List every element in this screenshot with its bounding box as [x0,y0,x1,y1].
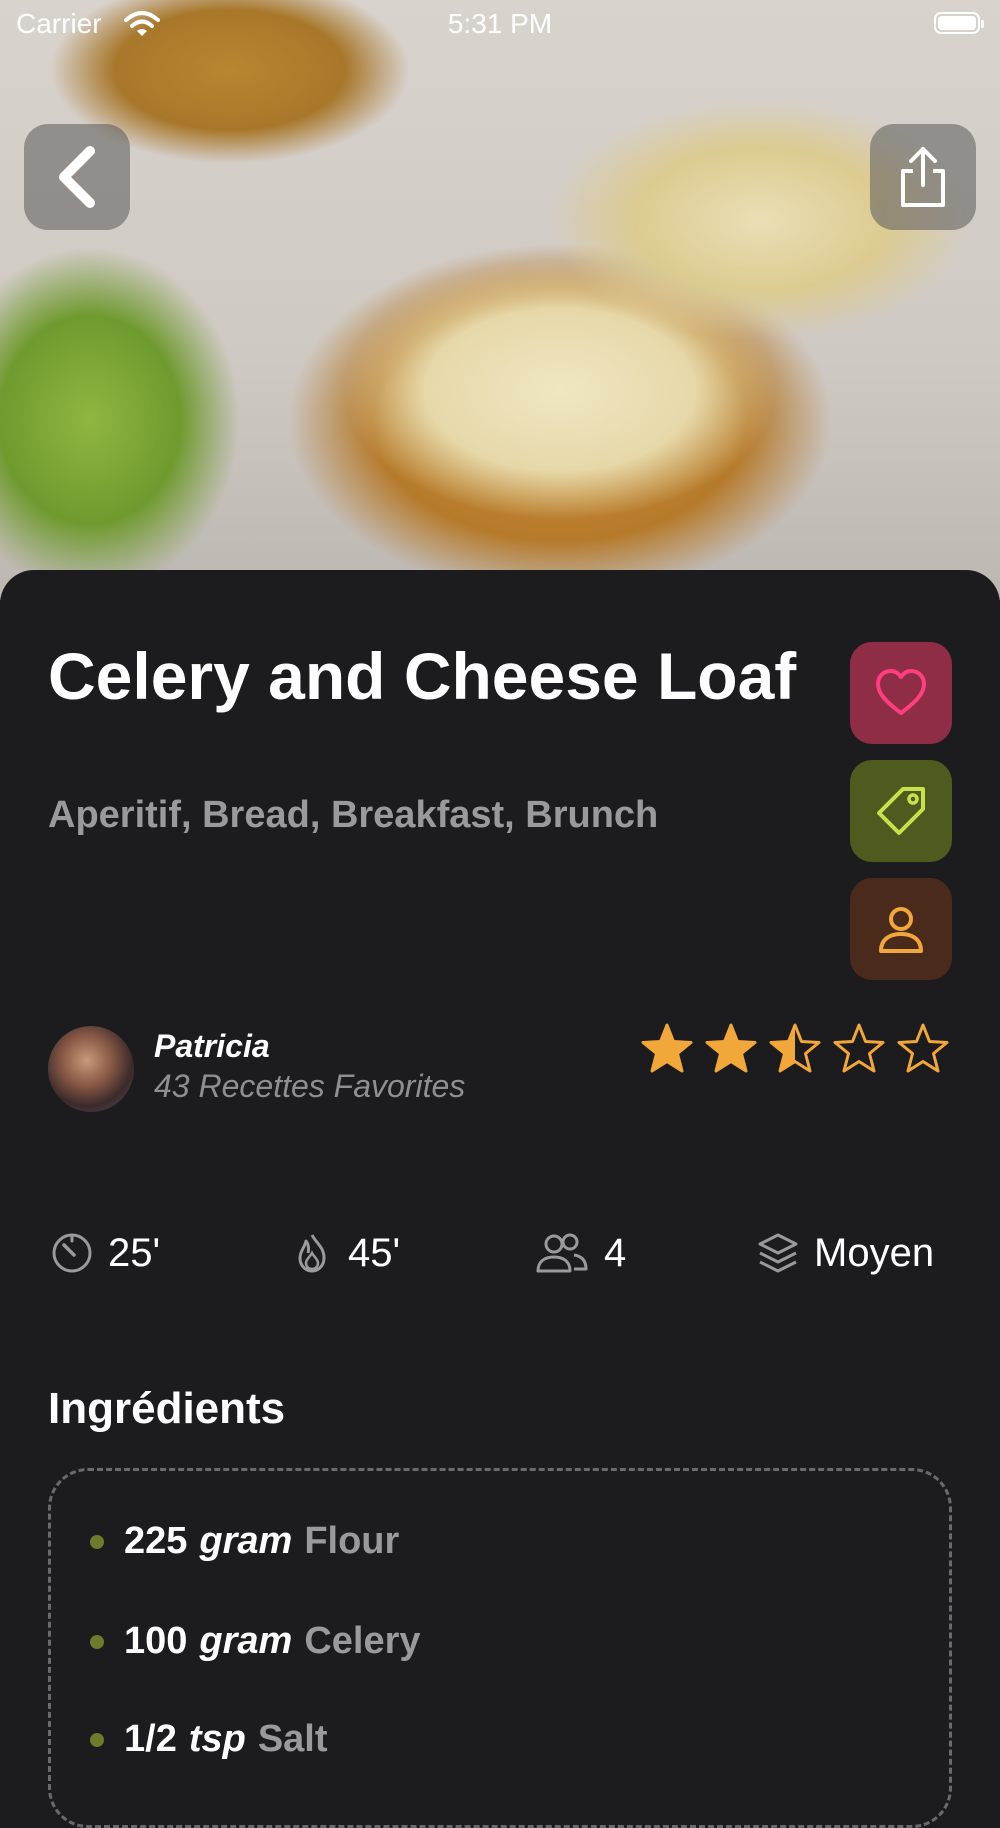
cook-time: 45' [290,1228,400,1278]
servings-value: 4 [604,1230,627,1275]
author-profile-button[interactable] [850,878,952,980]
status-bar: Carrier 5:31 PM [0,0,1000,50]
timer-icon [52,1233,92,1273]
servings: 4 [534,1228,626,1278]
ingredient-quantity: 100 [124,1620,188,1662]
ingredient-unit: gram [199,1520,293,1562]
ingredient-quantity: 1/2 [124,1718,177,1760]
difficulty: Moyen [756,1228,934,1278]
bullet-icon [90,1634,104,1649]
people-icon [536,1233,588,1273]
battery-icon [934,12,984,34]
clock: 5:31 PM [447,8,553,39]
share-button[interactable] [870,124,976,230]
author-favorites-count: 43 Recettes Favorites [154,1068,466,1104]
ingredient-name: Celery [304,1620,421,1662]
layers-icon [758,1233,798,1273]
star-empty-icon[interactable] [896,1022,950,1076]
ingredient-quantity: 225 [124,1520,188,1562]
author-avatar[interactable] [48,1026,134,1112]
ingredient-item: 1/2 tsp Salt [90,1718,328,1761]
ingredient-unit: gram [199,1620,293,1662]
chevron-left-icon [59,146,95,208]
cook-time-value: 45' [348,1230,401,1275]
ingredient-unit: tsp [188,1718,246,1760]
tag-icon [877,787,925,835]
favorite-button[interactable] [850,642,952,744]
ingredient-item: 225 gram Flour [90,1520,399,1563]
share-icon [901,147,945,207]
heart-icon [876,669,926,715]
back-button[interactable] [24,124,130,230]
person-icon [879,907,923,953]
tag-button[interactable] [850,760,952,862]
ingredient-name: Salt [257,1718,328,1760]
prep-time-value: 25' [108,1230,161,1275]
recipe-categories: Aperitif, Bread, Breakfast, Brunch [48,794,659,836]
flame-icon [298,1234,326,1273]
star-half-icon[interactable] [768,1022,822,1076]
star-empty-icon[interactable] [832,1022,886,1076]
recipe-title: Celery and Cheese Loaf [48,639,797,713]
recipe-hero-image [0,0,1000,600]
rating-stars[interactable] [640,1022,950,1076]
bullet-icon [90,1732,104,1747]
bullet-icon [90,1534,104,1549]
author-name[interactable]: Patricia [154,1028,270,1065]
star-filled-icon[interactable] [640,1022,694,1076]
ingredient-item: 100 gram Celery [90,1620,421,1663]
star-filled-icon[interactable] [704,1022,758,1076]
prep-time: 25' [50,1228,160,1278]
ingredients-heading: Ingrédients [48,1384,286,1433]
ingredient-name: Flour [304,1520,400,1562]
difficulty-value: Moyen [814,1230,935,1275]
